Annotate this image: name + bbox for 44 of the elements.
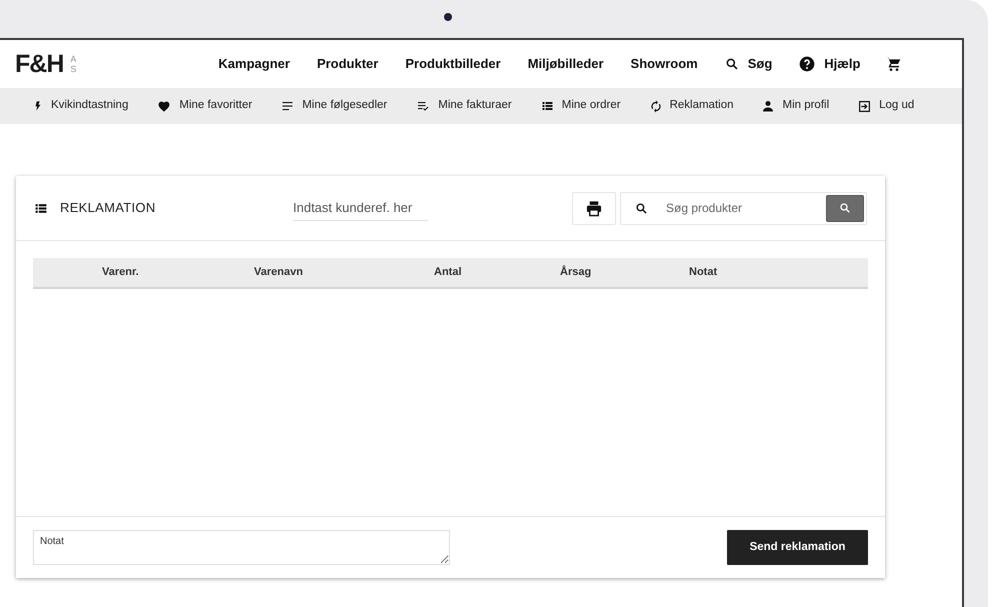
column-header: Antal [434,265,462,280]
subnav-link[interactable]: Mine favoritter [157,97,252,115]
camera-dot [444,13,452,21]
printer-icon [585,200,603,216]
search-button[interactable] [826,194,864,222]
search-icon [635,202,648,214]
nav-link[interactable]: Søg [724,54,772,74]
logo[interactable]: F&H [15,52,64,76]
card-title: REKLAMATION [60,199,157,218]
search-bar[interactable]: Søg produkter [620,192,867,224]
subnav-link[interactable]: Mine ordrer [540,97,621,115]
nav-link[interactable]: Produktbilleder [405,54,501,74]
print-button[interactable] [572,192,616,224]
logo-letter: A [70,54,76,64]
list-icon [540,100,554,112]
send-button[interactable]: Send reklamation [727,530,868,565]
subnav-link[interactable]: Mine fakturaer [416,97,512,115]
nav-link[interactable]: Produkter [316,54,378,74]
refresh-icon [650,100,662,112]
nav-link[interactable]: Hjælp [799,54,860,74]
column-header: Varenavn [254,265,304,280]
note-field[interactable]: Notat [33,530,450,565]
question-icon [799,56,816,72]
column-header: Varenr. [102,265,140,280]
checklist-icon [416,100,430,112]
nav-link[interactable]: Kampagner [218,54,290,74]
subnav-link[interactable]: Mine følgesedler [281,97,388,115]
bolt-icon [33,99,43,113]
logout-icon [858,100,872,112]
nav-link[interactable]: Miljøbilleder [528,54,604,74]
list-icon [34,202,48,214]
subnav-link[interactable]: Kvikindtastning [33,97,128,115]
heart-icon [157,100,172,112]
column-header: Notat [689,265,718,280]
search-icon [724,57,739,71]
nav-link[interactable]: Showroom [630,54,698,74]
logo-letter: S [70,64,76,74]
person-icon [762,100,774,112]
subnav-link[interactable]: Min profil [762,97,830,115]
search-icon [839,202,851,214]
lines-icon [281,100,294,112]
subnav-link[interactable]: Reklamation [650,97,734,115]
column-header: Årsag [560,264,592,280]
subnav-link[interactable]: Log ud [858,97,914,115]
